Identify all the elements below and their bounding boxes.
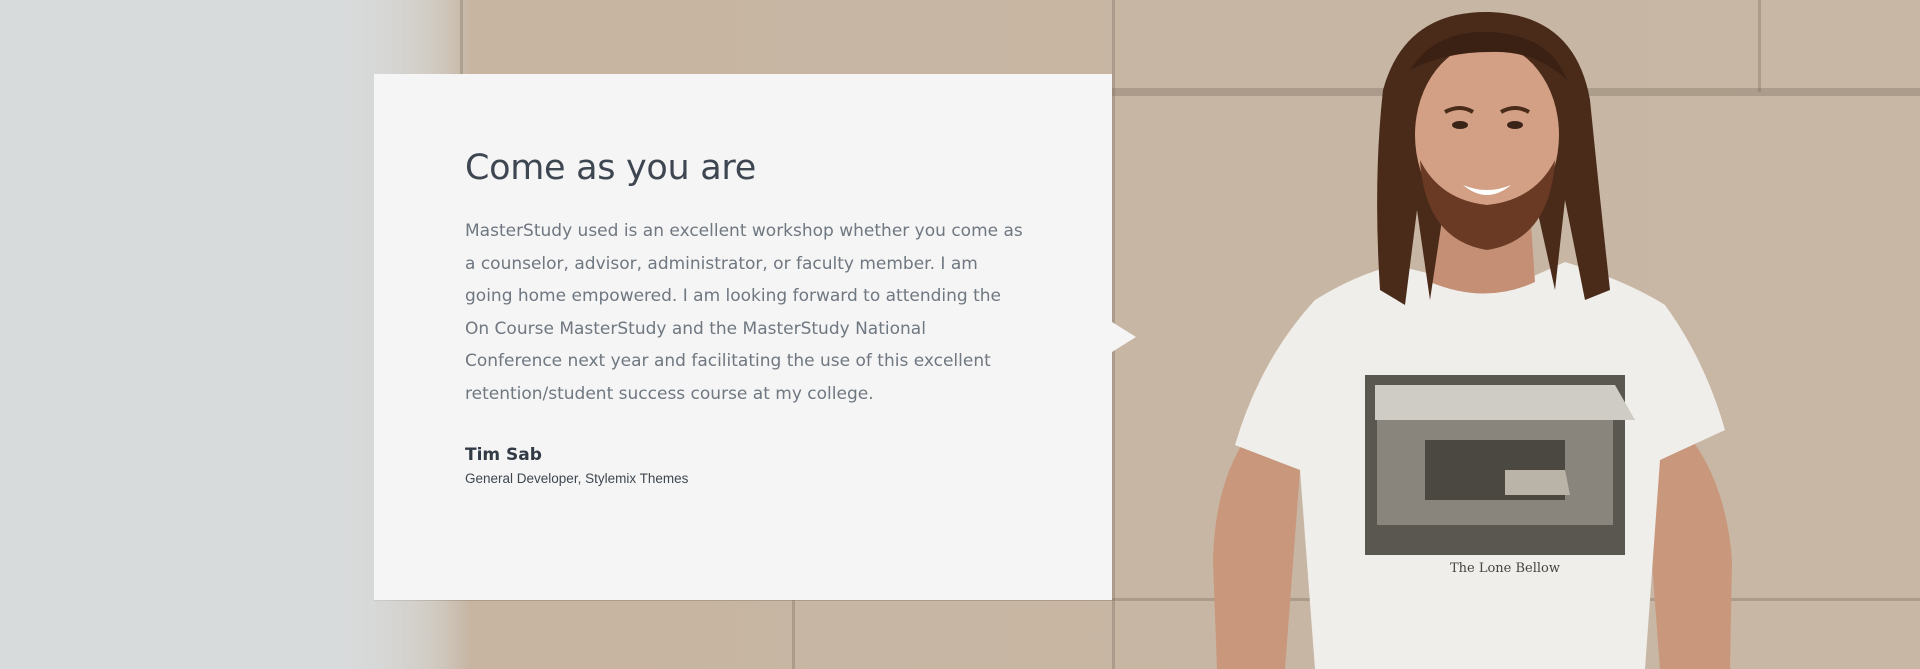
wall-seam: [792, 600, 795, 669]
card-pointer: [1112, 322, 1136, 352]
testimonial-title: Come as you are: [465, 148, 756, 188]
testimonial-card: Come as you are MasterStudy used is an e…: [374, 74, 1112, 600]
svg-text:The Lone Bellow: The Lone Bellow: [1450, 561, 1560, 576]
author-role: General Developer, Stylemix Themes: [465, 471, 689, 486]
testimonial-quote: MasterStudy used is an excellent worksho…: [465, 221, 1023, 404]
student-photo: The Lone Bellow: [1213, 11, 1732, 669]
author-name: Tim Sab: [465, 445, 542, 465]
wall-seam: [1758, 0, 1761, 92]
